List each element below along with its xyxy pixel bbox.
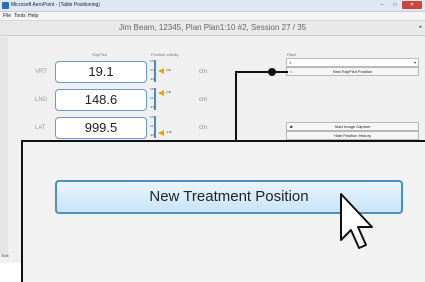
callout-line — [272, 71, 288, 73]
close-button[interactable]: ✕ — [402, 1, 422, 9]
session-title: Jim Beam, 12345, Plan Plan1:10 #2, Sessi… — [118, 23, 307, 32]
row-label-lat: LAT — [35, 125, 46, 131]
gauge-tick: -0.5 — [150, 78, 155, 81]
gauge-pointer-value: 0.02 — [166, 69, 171, 72]
new-raypilot-position-label: New RayPilot Position — [332, 69, 373, 74]
app-icon — [2, 2, 9, 9]
scroll-right-icon[interactable]: ▸ — [419, 24, 422, 30]
gauge-tick: 0.5 — [150, 88, 154, 91]
start-image-capture-label: Start Image Capture — [334, 124, 371, 129]
left-gutter — [0, 37, 8, 257]
row-label-lng: LNG — [35, 97, 48, 103]
lat-value-field[interactable]: 999.5 — [55, 117, 147, 139]
home-icon: ⌂ — [290, 69, 293, 74]
start-image-capture-button[interactable]: ◙ Start Image Capture — [286, 122, 419, 131]
field-select[interactable]: 1 ▾ — [286, 58, 419, 67]
session-header: Jim Beam, 12345, Plan Plan1:10 #2, Sessi… — [0, 21, 425, 36]
gauge-tick: 0.5 — [150, 60, 154, 63]
minimize-button[interactable]: – — [376, 1, 388, 9]
vrt-value-field[interactable]: 19.1 — [55, 61, 147, 83]
gauge-pointer-icon — [158, 68, 164, 74]
gauge-pointer-icon — [158, 130, 164, 136]
callout-line — [235, 71, 271, 73]
gauge-pointer-value: 0.36 — [166, 91, 171, 94]
gauge-tick: 0.0 — [150, 69, 154, 72]
mouse-pointer-icon — [340, 193, 373, 249]
column-header-validity: Position validity — [151, 52, 179, 57]
field-select-value: 1 — [289, 60, 292, 65]
chevron-down-icon: ▾ — [413, 60, 416, 65]
vrt-validity-gauge: 0.5 0.0 -0.5 0.02 — [150, 60, 176, 82]
menu-help[interactable]: Help — [28, 12, 38, 20]
gauge-tick: -0.5 — [150, 134, 155, 137]
vrt-unit: cm — [199, 69, 207, 75]
exit-label[interactable]: Exit — [2, 253, 9, 258]
lng-validity-gauge: 0.5 0.0 -0.5 0.36 — [150, 88, 176, 110]
gauge-pointer-icon — [158, 90, 164, 96]
menu-bar: File Tools Help — [0, 12, 425, 21]
camera-icon: ◙ — [290, 124, 293, 129]
callout-line — [235, 71, 237, 143]
app-window: Microsoft AeroPoint - (Table Positioning… — [0, 0, 425, 282]
title-bar: Microsoft AeroPoint - (Table Positioning… — [0, 0, 425, 12]
field-label: Field — [287, 52, 296, 57]
lng-value-field[interactable]: 148.6 — [55, 89, 147, 111]
lng-unit: cm — [199, 97, 207, 103]
hide-position-history-button[interactable]: Hide Position History — [286, 131, 419, 140]
hide-position-history-label: Hide Position History — [333, 133, 372, 138]
gauge-tick: 0.5 — [150, 116, 154, 119]
window-title: Microsoft AeroPoint - (Table Positioning… — [11, 2, 100, 8]
lat-validity-gauge: 0.5 0.0 -0.5 -0.39 — [150, 116, 176, 138]
menu-tools[interactable]: Tools — [14, 12, 26, 20]
gauge-tick: 0.0 — [150, 97, 154, 100]
menu-file[interactable]: File — [3, 12, 11, 20]
maximize-button[interactable]: □ — [389, 1, 401, 9]
lat-unit: cm — [199, 125, 207, 131]
gauge-tick: -0.5 — [150, 106, 155, 109]
gauge-tick: 0.0 — [150, 125, 154, 128]
column-header-value: RayPilot — [92, 52, 107, 57]
gauge-pointer-value: -0.39 — [166, 131, 172, 134]
new-raypilot-position-button[interactable]: ⌂ New RayPilot Position — [286, 67, 419, 76]
row-label-vrt: VRT — [35, 69, 47, 75]
